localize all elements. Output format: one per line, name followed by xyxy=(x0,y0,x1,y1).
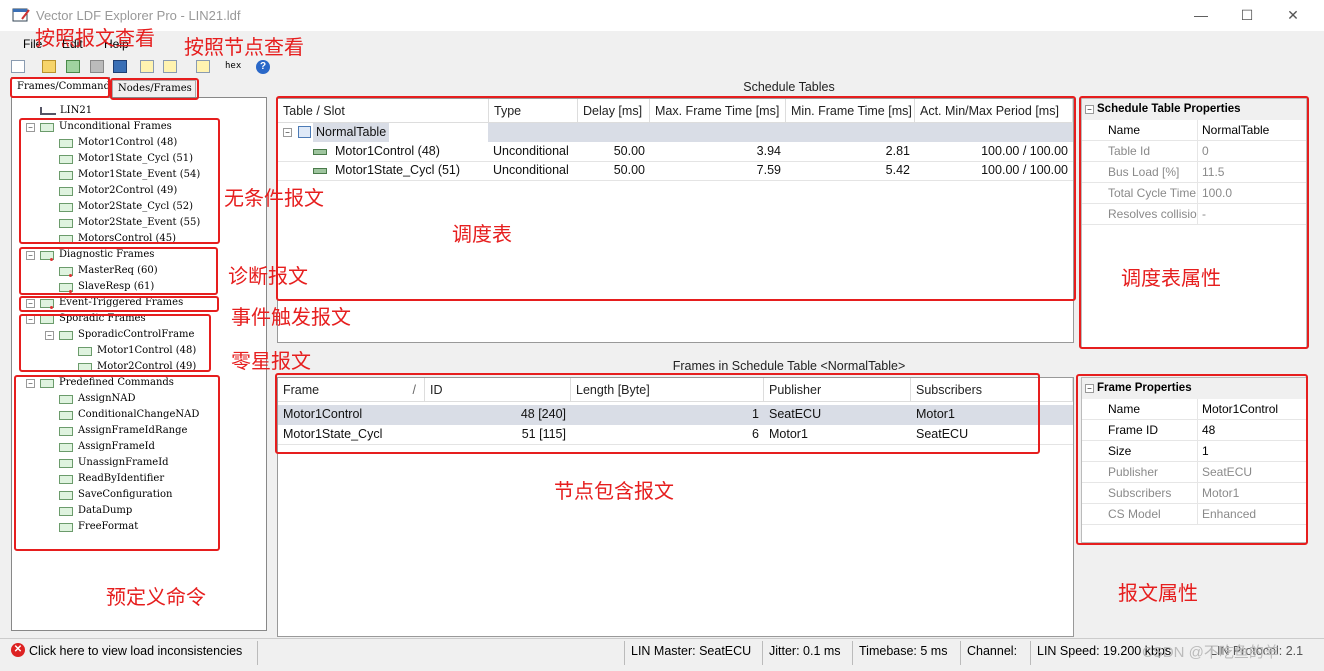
minimize-button[interactable]: — xyxy=(1178,0,1224,31)
watermark: CSDN @不吃鱼的羊 xyxy=(1142,644,1279,661)
tree-root[interactable]: LIN21 xyxy=(60,105,92,116)
annotation-schedule-props: 调度表属性 xyxy=(1121,266,1221,290)
annotation-node-frames: 节点包含报文 xyxy=(554,479,674,503)
annotation-predefined: 预定义命令 xyxy=(106,585,206,609)
save-as-icon[interactable] xyxy=(113,60,127,73)
reload-icon[interactable] xyxy=(66,60,80,73)
lin-master-status: LIN Master: SeatECU xyxy=(631,644,752,658)
maximize-button[interactable]: ☐ xyxy=(1224,0,1270,31)
annotation-by-frame: 按照报文查看 xyxy=(35,26,155,50)
annotation-box-frame-props xyxy=(1076,374,1308,545)
annotation-box-tab-nodes xyxy=(110,78,199,100)
load-inconsistencies-link[interactable]: Click here to view load inconsistencies xyxy=(29,644,242,658)
annotation-schedule: 调度表 xyxy=(452,222,512,246)
close-button[interactable]: ✕ xyxy=(1270,0,1316,31)
app-icon xyxy=(12,8,30,22)
network-icon xyxy=(40,107,56,115)
frames-in-table-header: Frames in Schedule Table <NormalTable> xyxy=(672,359,906,373)
timebase-status: Timebase: 5 ms xyxy=(859,644,948,658)
add-node-icon[interactable] xyxy=(163,60,177,73)
annotation-box-schedule xyxy=(276,96,1076,301)
save-icon[interactable] xyxy=(90,60,104,73)
annotation-unconditional: 无条件报文 xyxy=(224,186,324,210)
new-file-icon[interactable] xyxy=(11,60,25,73)
annotation-box-frames xyxy=(275,373,1040,454)
annotation-box-diagnostic xyxy=(19,247,218,295)
help-icon[interactable]: ? xyxy=(256,60,270,74)
channel-status: Channel: xyxy=(967,644,1018,658)
hex-toggle-button[interactable]: hex xyxy=(225,61,241,71)
open-folder-icon[interactable] xyxy=(42,60,56,73)
annotation-box-tab-frames xyxy=(10,77,110,98)
annotation-box-unconditional xyxy=(19,118,220,244)
annotation-event: 事件触发报文 xyxy=(231,305,351,329)
window-title: Vector LDF Explorer Pro - LIN21.ldf xyxy=(36,8,241,23)
error-icon[interactable]: ✕ xyxy=(11,643,25,657)
add-frame-icon[interactable] xyxy=(140,60,154,73)
jitter-status: Jitter: 0.1 ms xyxy=(769,644,841,658)
annotation-frame-props: 报文属性 xyxy=(1118,581,1198,605)
annotation-sporadic: 零星报文 xyxy=(231,349,311,373)
annotation-box-event xyxy=(19,296,219,312)
annotation-box-sporadic xyxy=(19,314,211,372)
schedule-tables-header: Schedule Tables xyxy=(743,80,835,94)
annotation-by-node: 按照节点查看 xyxy=(184,35,304,59)
add-table-icon[interactable] xyxy=(196,60,210,73)
annotation-box-predefined xyxy=(14,375,220,551)
annotation-diagnostic: 诊断报文 xyxy=(228,264,308,288)
annotation-box-schedule-props xyxy=(1079,96,1309,349)
